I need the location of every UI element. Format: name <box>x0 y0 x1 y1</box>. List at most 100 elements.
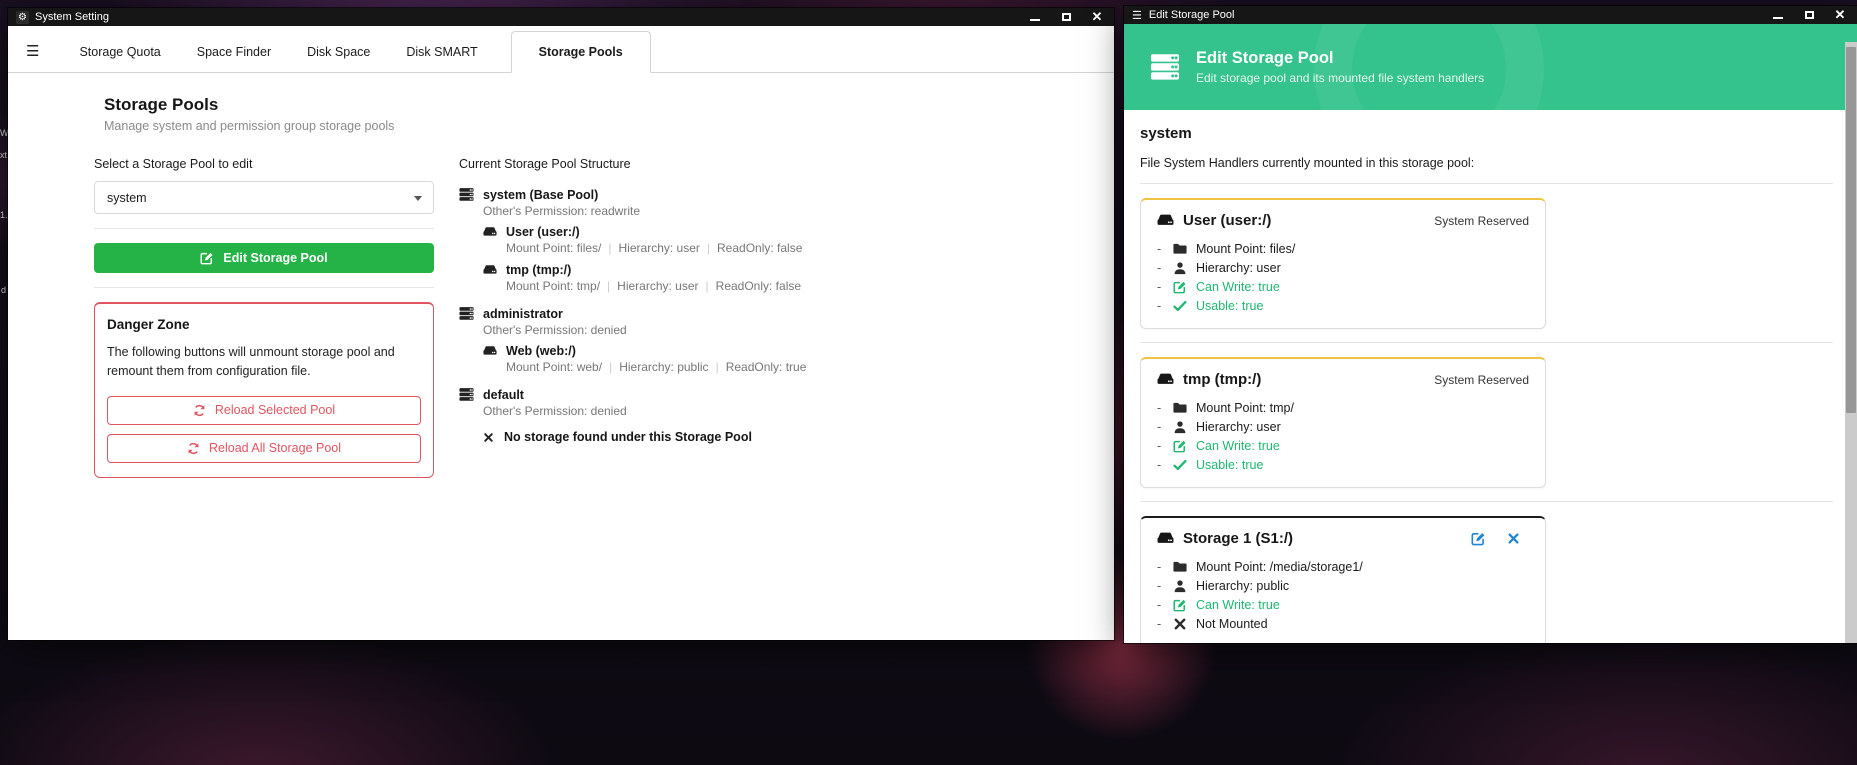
storage-node: Web (web:/)Mount Point: web/|Hierarchy: … <box>483 344 1079 374</box>
pool-empty-notice: No storage found under this Storage Pool <box>483 430 1079 444</box>
minimize-button[interactable] <box>1772 9 1784 21</box>
storage-row: Web (web:/) <box>483 344 1079 358</box>
fs-item-text: Usable: true <box>1196 458 1263 472</box>
tab-disk-smart[interactable]: Disk SMART <box>403 32 480 72</box>
storage-detail: Hierarchy: user <box>619 241 700 255</box>
tab-storage-pools[interactable]: Storage Pools <box>511 31 651 73</box>
fs-handler-card: Storage 1 (S1:/) -Mount Point: /media/sto… <box>1140 516 1546 643</box>
fs-card-header: Storage 1 (S1:/) <box>1157 530 1529 547</box>
reload-all-pool-button[interactable]: Reload All Storage Pool <box>107 434 421 463</box>
desktop-icon-label-fragment: xt <box>0 150 7 160</box>
user-icon <box>1173 261 1187 275</box>
fs-item-list: -Mount Point: /media/storage1/-Hierarchy… <box>1157 557 1529 633</box>
divider <box>1140 342 1833 343</box>
storage-details: Mount Point: files/|Hierarchy: user|Read… <box>506 241 1079 255</box>
danger-zone-title: Danger Zone <box>107 317 421 332</box>
fs-item: -Can Write: true <box>1157 277 1529 296</box>
fs-item: -Mount Point: tmp/ <box>1157 398 1529 417</box>
dash: - <box>1157 598 1173 612</box>
storage-name: User (user:/) <box>506 225 580 239</box>
fs-item-text: Can Write: true <box>1196 598 1280 612</box>
fs-item: -Can Write: true <box>1157 436 1529 455</box>
desktop-icon-label-fragment: d <box>1 285 6 295</box>
fs-item: -Not Mounted <box>1157 614 1529 633</box>
folder-icon <box>1173 401 1187 415</box>
close-button[interactable]: ✕ <box>1834 9 1846 21</box>
separator: | <box>707 241 710 255</box>
storage-name: Web (web:/) <box>506 344 576 358</box>
edit-storage-pool-button[interactable]: Edit Storage Pool <box>94 243 434 273</box>
edit-icon <box>1173 439 1187 453</box>
fs-item-text: Hierarchy: public <box>1196 579 1289 593</box>
pool-tree: system (Base Pool)Other's Permission: re… <box>459 187 1079 444</box>
maximize-button[interactable] <box>1803 9 1815 21</box>
pool-children: User (user:/)Mount Point: files/|Hierarc… <box>483 225 1079 293</box>
separator: | <box>609 360 612 374</box>
storage-node: tmp (tmp:/)Mount Point: tmp/|Hierarchy: … <box>483 263 1079 293</box>
select-pool-label: Select a Storage Pool to edit <box>94 157 434 171</box>
cross-icon <box>483 432 494 443</box>
page-subtitle: Manage system and permission group stora… <box>104 119 1114 133</box>
fs-item: - Can Write: true <box>1157 595 1529 614</box>
storage-node: User (user:/)Mount Point: files/|Hierarc… <box>483 225 1079 255</box>
minimize-button[interactable] <box>1029 11 1041 23</box>
divider <box>94 228 434 229</box>
edit-storage-pool-window: ☰ Edit Storage Pool ✕ Edit Storage Pool … <box>1124 6 1857 643</box>
menu-icon[interactable]: ☰ <box>26 42 39 60</box>
danger-zone-description: The following buttons will unmount stora… <box>107 343 421 382</box>
refresh-icon <box>193 404 206 417</box>
dash: - <box>1157 579 1173 593</box>
fs-item-text: Mount Point: files/ <box>1196 242 1295 256</box>
separator: | <box>716 360 719 374</box>
edit-header-title: Edit Storage Pool <box>1196 49 1484 68</box>
pool-node: default Other's Permission: denied No stor… <box>459 387 1079 444</box>
reload-selected-pool-button[interactable]: Reload Selected Pool <box>107 396 421 425</box>
edit-handler-icon[interactable] <box>1471 531 1486 546</box>
pool-row: administrator <box>459 306 1079 321</box>
desktop-icon-label-fragment: 1. <box>0 210 8 220</box>
pool-name: administrator <box>483 307 563 321</box>
tab-disk-space[interactable]: Disk Space <box>304 32 373 72</box>
close-button[interactable]: ✕ <box>1091 11 1103 23</box>
maximize-button[interactable] <box>1060 11 1072 23</box>
folder-icon <box>1173 242 1187 256</box>
fs-item: -Hierarchy: user <box>1157 417 1529 436</box>
edit-header-subtitle: Edit storage pool and its mounted file s… <box>1196 71 1484 85</box>
fs-item-text: Hierarchy: user <box>1196 261 1281 275</box>
dash: - <box>1157 299 1173 313</box>
dash: - <box>1157 458 1173 472</box>
edit-titlebar[interactable]: ☰ Edit Storage Pool ✕ <box>1124 6 1857 24</box>
check-icon <box>1173 299 1187 313</box>
tab-storage-quota[interactable]: Storage Quota <box>76 32 163 72</box>
storage-detail: ReadOnly: false <box>716 279 801 293</box>
pool-name: default <box>483 388 524 402</box>
page-head: Storage Pools Manage system and permissi… <box>104 95 1114 133</box>
main-titlebar[interactable]: ⚙ System Setting ✕ <box>8 8 1114 26</box>
scrollbar-thumb[interactable] <box>1846 47 1856 413</box>
storage-detail: ReadOnly: true <box>726 360 807 374</box>
folder-icon <box>1173 560 1187 574</box>
server-icon <box>459 187 474 202</box>
scrollbar-track[interactable] <box>1845 42 1857 643</box>
page-title: Storage Pools <box>104 95 1114 115</box>
pool-empty-text: No storage found under this Storage Pool <box>504 430 752 444</box>
pool-permission: Other's Permission: denied <box>483 404 1079 418</box>
pool-select[interactable]: system <box>94 181 434 214</box>
structure-heading: Current Storage Pool Structure <box>459 157 1079 171</box>
fs-item-text: Can Write: true <box>1196 439 1280 453</box>
remove-handler-icon[interactable] <box>1507 532 1520 545</box>
edit-header: Edit Storage Pool Edit storage pool and … <box>1124 24 1857 110</box>
server-icon <box>1150 52 1180 82</box>
fs-card-title: tmp (tmp:/) <box>1183 371 1261 388</box>
storage-detail: Hierarchy: user <box>617 279 698 293</box>
storage-detail: Mount Point: web/ <box>506 360 602 374</box>
main-window-controls: ✕ <box>1029 11 1114 23</box>
danger-zone-card: Danger Zone The following buttons will u… <box>94 302 434 478</box>
storage-details: Mount Point: web/|Hierarchy: public|Read… <box>506 360 1079 374</box>
pool-node: administratorOther's Permission: deniedW… <box>459 306 1079 374</box>
pool-row: system (Base Pool) <box>459 187 1079 202</box>
storage-detail: Mount Point: tmp/ <box>506 279 600 293</box>
dash: - <box>1157 242 1173 256</box>
tab-space-finder[interactable]: Space Finder <box>194 32 274 72</box>
pool-row: default <box>459 387 1079 402</box>
